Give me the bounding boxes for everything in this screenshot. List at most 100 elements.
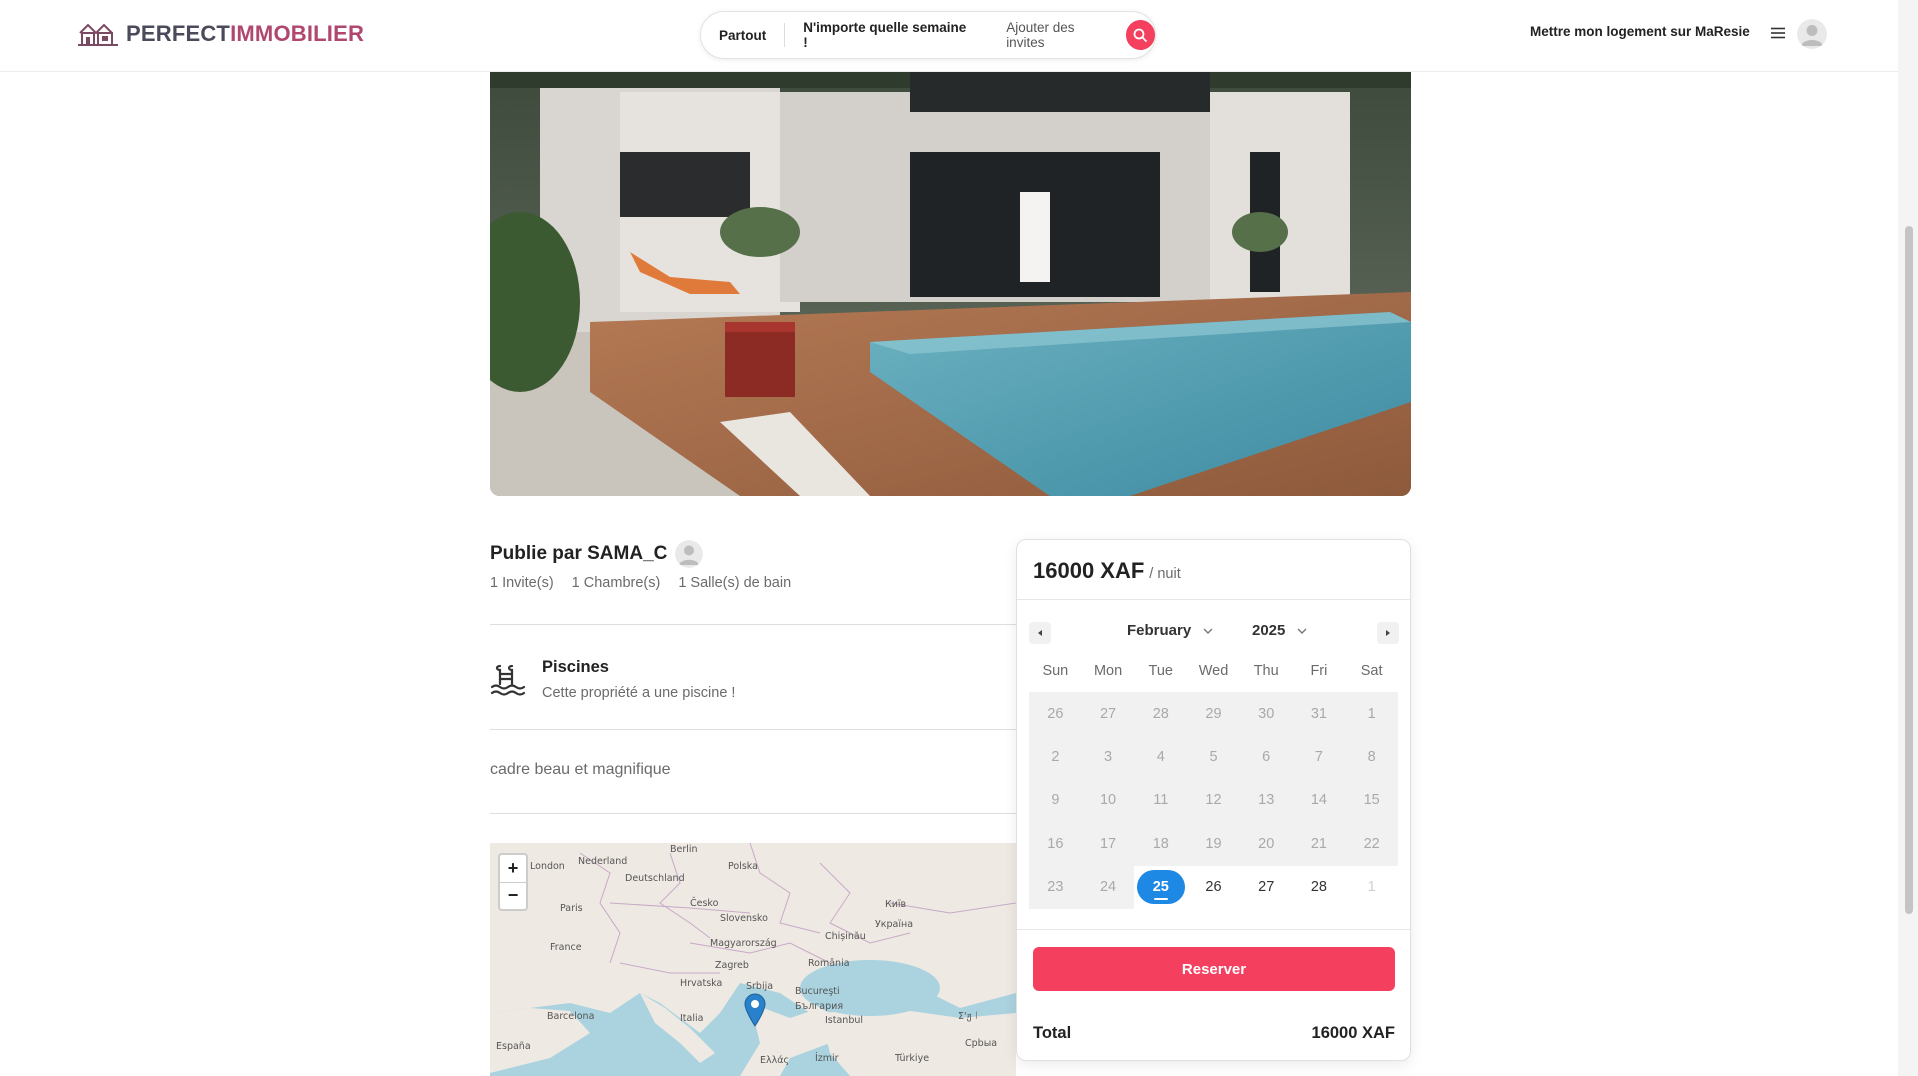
search-button[interactable]: [1125, 20, 1155, 50]
menu-icon[interactable]: [1770, 25, 1786, 41]
amenity-description: Cette propriété a une piscine !: [542, 685, 736, 701]
map-label: Berlin: [670, 844, 698, 855]
weekday-label: Tue: [1148, 663, 1173, 679]
calendar-day: 15: [1345, 778, 1398, 823]
calendar-day[interactable]: 27: [1240, 866, 1293, 909]
total-value: 16000 XAF: [1311, 1024, 1395, 1042]
total-row: Total 16000 XAF: [1033, 1024, 1395, 1043]
year-label: 2025: [1252, 622, 1286, 639]
section-divider: [490, 729, 1016, 730]
map-tiles: [490, 843, 1016, 1076]
calendar-day-number: 8: [1367, 749, 1376, 766]
calendar-day[interactable]: 26: [1187, 866, 1240, 909]
logo-text: PERFECTIMMOBILIER: [126, 21, 365, 46]
host-title: Publie par SAMA_C: [490, 540, 704, 568]
calendar-day: 1: [1345, 866, 1398, 909]
host-avatar[interactable]: [675, 540, 704, 568]
calendar-day-number: 15: [1363, 792, 1380, 809]
calendar-day-number: 17: [1099, 835, 1117, 852]
calendar-day-number: 30: [1258, 705, 1275, 722]
chevron-down-icon: [1297, 628, 1307, 634]
stat-bathrooms: 1 Salle(s) de bain: [678, 575, 792, 591]
location-map[interactable]: + − London Nederland Berlin Deutschland …: [490, 843, 1016, 1076]
weekday-label: Mon: [1093, 663, 1123, 679]
calendar-day-number: 18: [1152, 835, 1169, 852]
calendar-day-number: 26: [1047, 705, 1064, 722]
map-label: Ελλάς: [760, 1055, 790, 1066]
month-select[interactable]: February: [1127, 622, 1213, 639]
calendar-day: 19: [1187, 822, 1240, 866]
calendar-day-number: 31: [1310, 705, 1327, 722]
price-unit: / nuit: [1149, 566, 1181, 582]
calendar-day: 7: [1292, 735, 1346, 779]
year-select[interactable]: 2025: [1252, 622, 1307, 639]
map-label: Türkiye: [895, 1053, 930, 1064]
search-guests[interactable]: Ajouter des invites: [988, 20, 1124, 50]
calendar-day-number: 28: [1310, 879, 1327, 896]
card-divider: [1017, 599, 1410, 600]
map-label: Česko: [690, 898, 719, 909]
page-scrollbar[interactable]: [1898, 0, 1918, 1076]
map-label: España: [496, 1041, 531, 1052]
weekday-label: Thu: [1253, 663, 1279, 679]
calendar-day: 11: [1134, 778, 1188, 823]
calendar-day: 2: [1029, 735, 1082, 779]
calendar-day-number: 13: [1258, 792, 1275, 809]
calendar-day-number: 16: [1047, 835, 1064, 852]
map-label: Polska: [728, 861, 758, 872]
calendar-day-number: 3: [1104, 749, 1113, 766]
stat-bedrooms: 1 Chambre(s): [571, 575, 661, 591]
map-label: Σ'ჟ㆐: [958, 1011, 982, 1022]
calendar-day: 8: [1345, 735, 1398, 779]
calendar-grid: 26 27 28 29 30 31 1 2 3 4 5 6 7 8 9 10 11 12 13 14 15 16 17 18 1…: [1029, 692, 1398, 909]
calendar-day-number: 28: [1152, 705, 1169, 722]
site-logo[interactable]: PERFECTIMMOBILIER: [78, 20, 364, 48]
map-label: Bucureşti: [795, 986, 840, 997]
calendar-day: 27: [1081, 692, 1135, 736]
location-marker-icon[interactable]: [744, 993, 766, 1027]
calendar-day: 4: [1134, 735, 1188, 779]
map-label: Nederland: [578, 856, 628, 867]
calendar-day: 20: [1239, 822, 1293, 866]
search-bar[interactable]: Partout N'importe quelle semaine ! Ajout…: [700, 11, 1156, 59]
calendar-day: 5: [1187, 735, 1240, 779]
calendar-day: 12: [1187, 778, 1240, 823]
card-divider: [1017, 929, 1410, 930]
top-navbar: PERFECTIMMOBILIER Partout N'importe quel…: [0, 0, 1898, 72]
prev-month-button[interactable]: [1029, 622, 1051, 644]
section-divider: [490, 813, 1016, 814]
reserve-button[interactable]: Reserver: [1033, 947, 1395, 991]
next-month-button[interactable]: [1377, 622, 1399, 644]
calendar-day-selected[interactable]: 25: [1134, 866, 1187, 909]
calendar-day: 21: [1292, 822, 1346, 866]
scrollbar-thumb[interactable]: [1905, 226, 1913, 914]
calendar-day-number: 14: [1310, 792, 1327, 809]
calendar-day-number: 22: [1363, 835, 1380, 852]
user-avatar[interactable]: [1797, 19, 1827, 49]
chevron-down-icon: [1203, 628, 1213, 634]
caret-right-icon: [1386, 630, 1390, 636]
calendar-day[interactable]: 28: [1293, 866, 1346, 909]
calendar-day: 18: [1134, 822, 1188, 866]
search-location[interactable]: Partout: [701, 23, 784, 47]
house-logo-icon: [78, 23, 118, 46]
amenity-pool: Piscines Cette propriété a une piscine !: [490, 656, 735, 701]
calendar-day: 13: [1239, 778, 1293, 823]
calendar-day-number: 24: [1099, 879, 1117, 896]
stat-guests: 1 Invite(s): [490, 575, 554, 591]
calendar-day-number: 7: [1314, 749, 1323, 766]
calendar-day-number: 26: [1205, 879, 1222, 896]
calendar-day-number: 29: [1205, 705, 1222, 722]
calendar-day: 22: [1345, 822, 1398, 866]
search-week[interactable]: N'importe quelle semaine !: [785, 20, 988, 50]
host-listing-link[interactable]: Mettre mon logement sur MaResie: [1530, 24, 1750, 39]
zoom-in-button[interactable]: +: [500, 855, 526, 883]
calendar-day-number: 23: [1047, 879, 1064, 896]
map-label: Hrvatska: [680, 978, 723, 989]
calendar-day: 24: [1081, 865, 1135, 909]
calendar-day-number: 27: [1258, 879, 1275, 896]
zoom-out-button[interactable]: −: [500, 883, 526, 910]
calendar-day-number: 10: [1099, 792, 1117, 809]
calendar-day: 3: [1081, 735, 1135, 779]
calendar-day-number: 25: [1136, 870, 1185, 905]
